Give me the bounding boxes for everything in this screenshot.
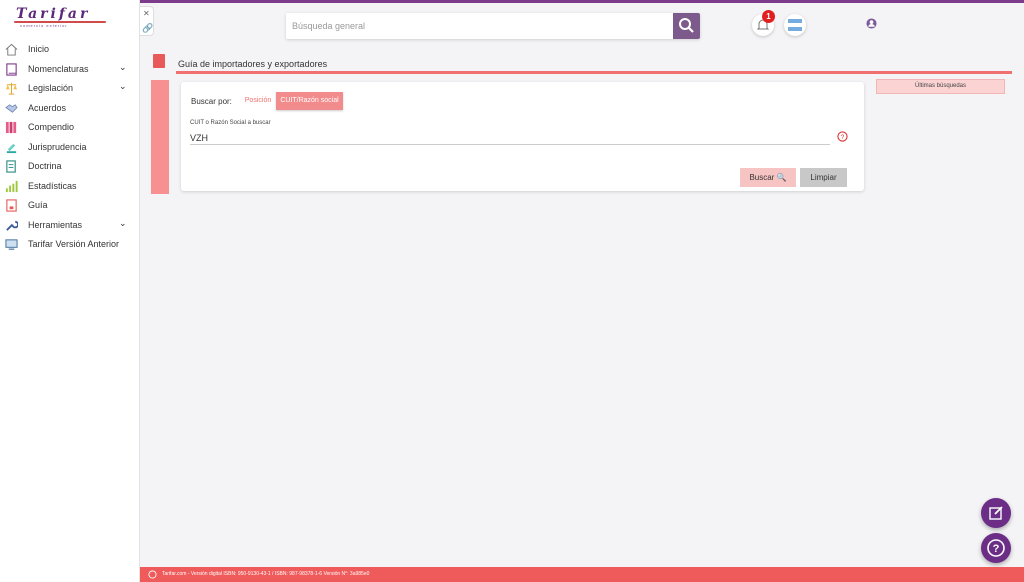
field-label: CUIT o Razón Social a buscar xyxy=(190,120,271,126)
book-icon xyxy=(6,62,17,76)
notification-badge: 1 xyxy=(762,10,775,23)
top-accent-bar xyxy=(0,0,1024,3)
search-input[interactable] xyxy=(286,13,672,39)
link-icon[interactable]: 🔗 xyxy=(142,23,153,34)
sidebar-item-label: Guía xyxy=(28,200,48,210)
sidebar-item-label: Jurisprudencia xyxy=(28,141,87,152)
help-icon: ? xyxy=(987,539,1005,557)
sidebar-item-label: Acuerdos xyxy=(28,102,67,113)
sidebar-item-acuerdos[interactable]: Acuerdos xyxy=(0,99,140,119)
gavel-icon xyxy=(6,143,17,153)
help-icon[interactable]: ? xyxy=(837,131,848,142)
monitor-icon xyxy=(5,239,18,250)
sidebar: Tarifar comercio exterior Inicio Nomencl… xyxy=(0,0,140,582)
sidebar-item-jurisprudencia[interactable]: Jurisprudencia xyxy=(0,138,140,158)
global-search xyxy=(286,13,700,39)
side-accent-panel xyxy=(151,80,169,194)
tarifar-logo-icon xyxy=(148,570,157,579)
handshake-icon xyxy=(5,103,18,113)
clear-button[interactable]: Limpiar xyxy=(800,168,847,187)
sidebar-item-legislacion[interactable]: Legislación ⌄ xyxy=(0,79,140,99)
search-form-card: Buscar por: Posición CUIT/Razón social C… xyxy=(181,82,864,191)
sidebar-item-label: Tarifar Versión Anterior xyxy=(28,239,120,249)
sidebar-item-label: Nomenclaturas xyxy=(28,63,89,74)
search-submit-button[interactable]: Buscar 🔍 xyxy=(740,168,796,187)
chevron-down-icon[interactable]: ⌄ xyxy=(119,62,127,73)
sidebar-item-tarifar-anterior[interactable]: Tarifar Versión Anterior xyxy=(0,235,140,255)
svg-text:?: ? xyxy=(993,543,1000,555)
option-posicion[interactable]: Posición xyxy=(240,92,276,110)
language-flag-button[interactable] xyxy=(784,14,806,36)
search-by-label: Buscar por: xyxy=(191,97,232,106)
edit-icon xyxy=(989,506,1003,520)
svg-text:?: ? xyxy=(841,134,845,141)
search-icon xyxy=(679,18,694,33)
footer-text: Tarifar.com - Versión digital ISBN: 950-… xyxy=(162,571,370,577)
sidebar-nav: Inicio Nomenclaturas ⌄ Legislación ⌄ Acu… xyxy=(0,40,140,255)
logo-name: Tarifar xyxy=(16,6,91,22)
document-icon xyxy=(6,160,16,173)
sidebar-item-herramientas[interactable]: Herramientas ⌄ xyxy=(0,216,140,236)
cuit-field[interactable] xyxy=(190,132,830,145)
footer: Tarifar.com - Versión digital ISBN: 950-… xyxy=(140,567,1024,582)
sidebar-item-estadisticas[interactable]: Estadísticas xyxy=(0,177,140,197)
option-cuit-razon-social[interactable]: CUIT/Razón social xyxy=(276,92,343,110)
title-divider xyxy=(176,71,1012,74)
help-button[interactable]: ? xyxy=(981,533,1011,563)
sidebar-item-label: Herramientas xyxy=(28,219,83,230)
chevron-down-icon[interactable]: ⌄ xyxy=(119,218,127,229)
sidebar-item-nomenclaturas[interactable]: Nomenclaturas ⌄ xyxy=(0,60,140,80)
guide-page-icon xyxy=(153,54,165,68)
search-icon: 🔍 xyxy=(776,173,787,182)
logo-tagline: comercio exterior xyxy=(20,23,68,28)
logo[interactable]: Tarifar comercio exterior xyxy=(12,6,107,28)
sidebar-item-label: Doctrina xyxy=(28,161,62,171)
sidebar-item-compendio[interactable]: Compendio xyxy=(0,118,140,138)
sidebar-item-label: Compendio xyxy=(28,122,75,132)
sidebar-item-doctrina[interactable]: Doctrina xyxy=(0,157,140,177)
recent-searches-button[interactable]: Últimas búsquedas xyxy=(876,79,1005,94)
feedback-button[interactable] xyxy=(981,498,1011,528)
wrench-icon xyxy=(6,220,18,231)
search-button[interactable] xyxy=(673,13,700,39)
argentina-flag-icon xyxy=(788,19,802,31)
search-submit-label: Buscar xyxy=(749,173,775,182)
sidebar-item-label: Legislación xyxy=(28,83,74,93)
page-title: Guía de importadores y exportadores xyxy=(178,59,328,69)
user-icon[interactable] xyxy=(866,18,877,29)
home-icon xyxy=(5,43,18,56)
sidebar-item-guia[interactable]: Guía xyxy=(0,196,140,216)
sidebar-collapse-button[interactable]: ✕ 🔗 xyxy=(140,6,154,36)
sidebar-item-label: Estadísticas xyxy=(28,180,77,191)
chevron-down-icon[interactable]: ⌄ xyxy=(119,81,127,92)
close-icon[interactable]: ✕ xyxy=(143,9,150,18)
sidebar-item-label: Inicio xyxy=(28,44,50,54)
scale-icon xyxy=(5,82,18,95)
guide-icon xyxy=(6,199,17,212)
sidebar-item-inicio[interactable]: Inicio xyxy=(0,40,140,60)
books-icon xyxy=(5,121,17,134)
chart-icon xyxy=(5,180,18,192)
